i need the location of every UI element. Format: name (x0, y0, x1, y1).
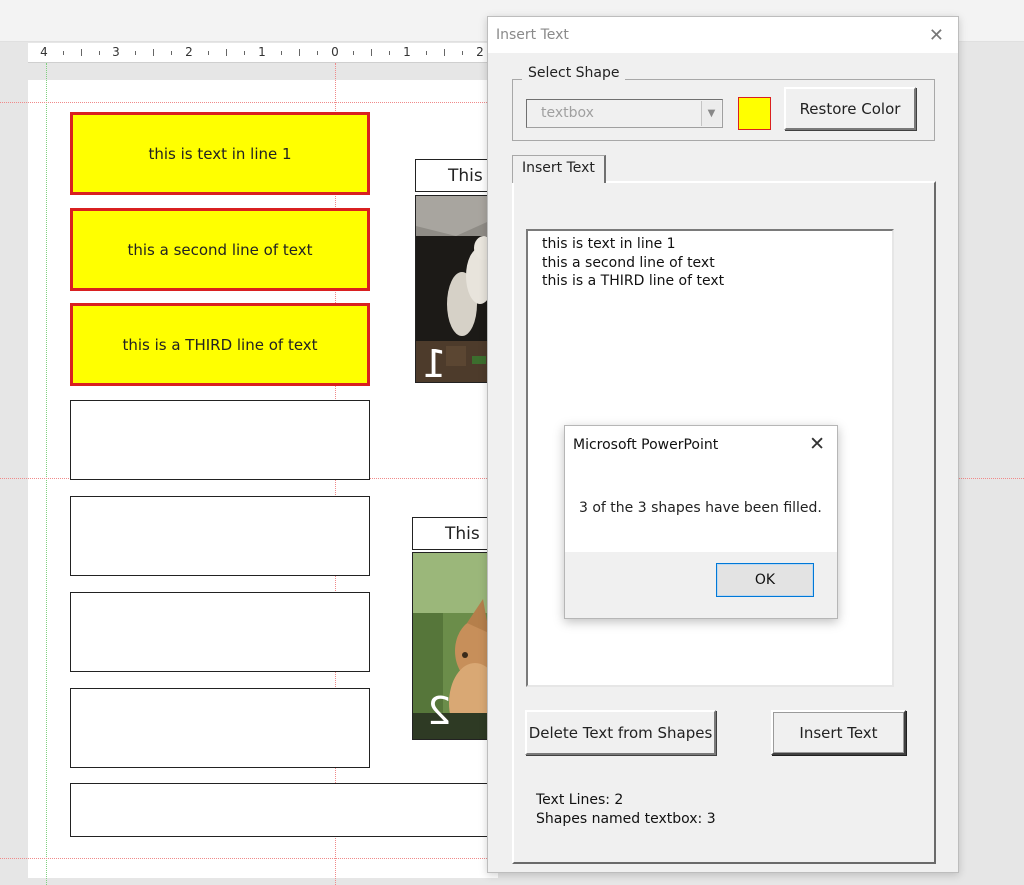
shape-text: this a second line of text (127, 240, 313, 259)
status-text: Text Lines: 2 Shapes named textbox: 3 (536, 791, 716, 829)
wide-empty-shape[interactable] (70, 783, 500, 837)
select-shape-label: Select Shape (522, 65, 626, 81)
text-line: this is text in line 1 (542, 236, 676, 252)
close-icon[interactable]: ✕ (929, 25, 944, 46)
photo-number: 2 (427, 689, 452, 733)
ruler-label: 2 (185, 45, 193, 59)
tab-insert-text[interactable]: Insert Text (512, 155, 606, 183)
color-swatch[interactable] (738, 97, 771, 130)
ruler-label: 1 (258, 45, 266, 59)
textbox-shape-1[interactable]: this is text in line 1 (70, 112, 370, 195)
message-box-title: Microsoft PowerPoint (573, 437, 719, 453)
guide-line (959, 478, 1024, 479)
insert-text-button[interactable]: Insert Text (771, 710, 906, 755)
shape-text: this is a THIRD line of text (122, 335, 318, 354)
textbox-shape-2[interactable]: this a second line of text (70, 208, 370, 291)
text-line: this is a THIRD line of text (542, 273, 725, 289)
ruler-label: 4 (40, 45, 48, 59)
delete-text-button[interactable]: Delete Text from Shapes (525, 710, 716, 755)
textbox-shape-3[interactable]: this is a THIRD line of text (70, 303, 370, 386)
photo-title-text: This (445, 523, 480, 544)
ruler-label: 3 (112, 45, 120, 59)
restore-color-button[interactable]: Restore Color (784, 87, 916, 130)
empty-shape[interactable] (70, 688, 370, 768)
photo-title-box-1[interactable]: This (415, 159, 495, 192)
empty-shape[interactable] (70, 496, 370, 576)
photo-title-box-2[interactable]: This (412, 517, 492, 550)
guide-line (0, 858, 487, 859)
tab-label: Insert Text (522, 160, 595, 176)
cat-image-2 (413, 553, 491, 739)
dialog-title: Insert Text (496, 27, 569, 43)
insert-text-label: Insert Text (799, 723, 878, 742)
horizontal-ruler: 4 3 2 1 0 1 2 (28, 43, 498, 63)
shape-name-value: textbox (541, 105, 594, 121)
chevron-down-icon[interactable]: ▼ (701, 101, 721, 126)
ruler-label: 0 (331, 45, 339, 59)
dialog-title-bar: Insert Text ✕ (488, 17, 958, 53)
shape-name-combo[interactable]: textbox ▼ (526, 99, 723, 128)
delete-text-label: Delete Text from Shapes (528, 723, 713, 742)
ok-button[interactable]: OK (716, 563, 814, 597)
guide-line (0, 102, 487, 103)
message-text: 3 of the 3 shapes have been filled. (579, 500, 822, 516)
cat-photo-2[interactable]: 2 (412, 552, 492, 740)
empty-shape[interactable] (70, 400, 370, 480)
photo-number: 1 (422, 342, 447, 383)
message-box: Microsoft PowerPoint ✕ 3 of the 3 shapes… (564, 425, 838, 619)
text-lines-count: Text Lines: 2 (536, 792, 624, 808)
restore-color-label: Restore Color (799, 99, 901, 118)
ok-label: OK (754, 572, 776, 588)
text-line: this a second line of text (542, 254, 715, 271)
guide-line (46, 63, 47, 885)
close-icon[interactable]: ✕ (809, 433, 825, 455)
photo-title-text: This (448, 165, 483, 186)
shapes-named-count: Shapes named textbox: 3 (536, 811, 716, 827)
cat-photo-1[interactable]: 1 (415, 195, 495, 383)
ruler-label: 1 (403, 45, 411, 59)
empty-shape[interactable] (70, 592, 370, 672)
shape-text: this is text in line 1 (148, 144, 292, 163)
